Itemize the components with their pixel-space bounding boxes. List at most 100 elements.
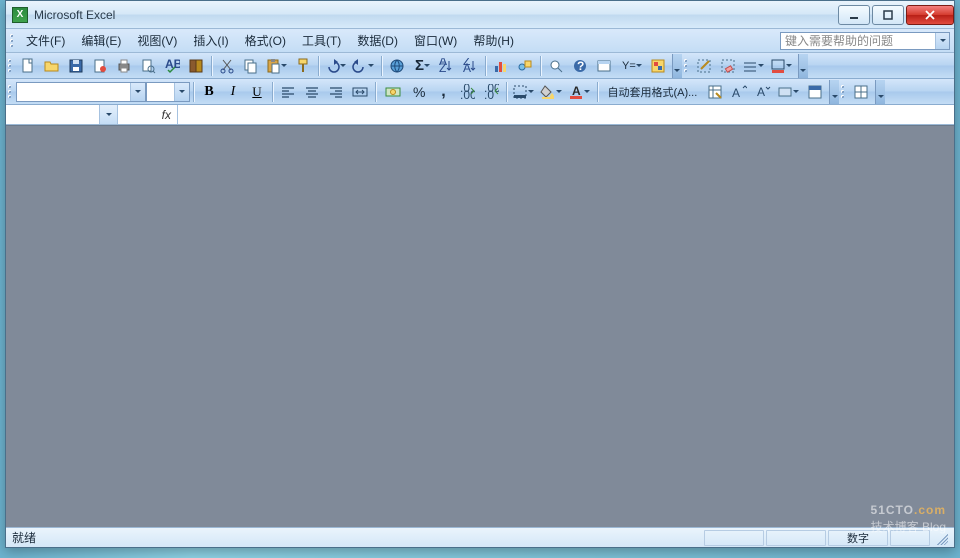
hyperlink-icon[interactable] xyxy=(386,55,408,77)
menu-data[interactable]: 数据(D) xyxy=(349,30,406,51)
cell-style-icon[interactable] xyxy=(776,81,802,103)
cut-icon[interactable] xyxy=(216,55,238,77)
autofilter-icon[interactable]: Y= xyxy=(617,55,645,77)
research-icon[interactable] xyxy=(185,55,207,77)
bold-button[interactable]: B xyxy=(198,81,220,103)
undo-icon[interactable] xyxy=(323,55,349,77)
menu-file[interactable]: 文件(F) xyxy=(18,30,73,51)
formatting-toolbar-gripper[interactable] xyxy=(8,83,14,101)
merge-center-icon[interactable] xyxy=(349,81,371,103)
chart-wizard-icon[interactable] xyxy=(490,55,512,77)
formatting-toolbar-overflow[interactable] xyxy=(829,80,839,104)
drawing-icon[interactable] xyxy=(514,55,536,77)
increase-decimal-icon[interactable]: .0.00 xyxy=(456,81,478,103)
svg-text:A: A xyxy=(572,84,581,98)
redo-icon[interactable] xyxy=(351,55,377,77)
font-size-dropdown-icon[interactable] xyxy=(174,83,189,101)
highlight-changes-icon[interactable] xyxy=(647,55,669,77)
borders-toolbar-overflow[interactable] xyxy=(798,54,808,78)
standard-toolbar-gripper[interactable] xyxy=(8,57,14,75)
print-preview-icon[interactable] xyxy=(137,55,159,77)
border-erase-icon[interactable] xyxy=(717,55,739,77)
workspace-area xyxy=(6,125,954,527)
print-icon[interactable] xyxy=(113,55,135,77)
menu-window[interactable]: 窗口(W) xyxy=(406,30,465,51)
window-title: Microsoft Excel xyxy=(34,8,115,22)
fill-color-icon[interactable] xyxy=(539,81,565,103)
status-bar: 就绪 数字 xyxy=(6,527,954,547)
decrease-decimal-icon[interactable]: .00.0 xyxy=(480,81,502,103)
align-center-icon[interactable] xyxy=(301,81,323,103)
standard-toolbar: ABC Σ AZ ZA ? Y= xyxy=(6,53,954,79)
excel-app-icon xyxy=(12,7,28,23)
resize-grip-icon[interactable] xyxy=(934,531,948,545)
align-left-icon[interactable] xyxy=(277,81,299,103)
status-numlock: 数字 xyxy=(828,530,888,546)
formula-input[interactable] xyxy=(178,105,954,124)
comma-style-icon[interactable]: , xyxy=(432,81,454,103)
new-doc-icon[interactable] xyxy=(17,55,39,77)
increase-font-icon[interactable]: A xyxy=(728,81,750,103)
format-cells-icon[interactable] xyxy=(704,81,726,103)
menu-view[interactable]: 视图(V) xyxy=(129,30,185,51)
sort-desc-icon[interactable]: ZA xyxy=(459,55,481,77)
autosum-icon[interactable]: Σ xyxy=(410,55,433,77)
underline-button[interactable]: U xyxy=(246,81,268,103)
open-folder-icon[interactable] xyxy=(41,55,63,77)
italic-button[interactable]: I xyxy=(222,81,244,103)
font-name-combo[interactable] xyxy=(16,82,146,102)
border-color-icon[interactable] xyxy=(769,55,795,77)
autoformat-button[interactable]: 自动套用格式(A)... xyxy=(602,81,702,103)
svg-text:A: A xyxy=(463,61,471,74)
font-size-combo[interactable] xyxy=(146,82,190,102)
menu-format[interactable]: 格式(O) xyxy=(237,30,294,51)
status-cell-empty-3 xyxy=(890,530,930,546)
paste-icon[interactable] xyxy=(264,55,290,77)
borders-dropdown-icon[interactable] xyxy=(511,81,537,103)
extra-toolbar-gripper[interactable] xyxy=(841,83,847,101)
svg-text:Z: Z xyxy=(439,61,446,74)
name-box[interactable] xyxy=(6,105,118,124)
insert-function-button[interactable]: fx xyxy=(118,105,178,124)
menu-insert[interactable]: 插入(I) xyxy=(185,30,236,51)
ms-help-icon[interactable]: ? xyxy=(569,55,591,77)
sort-asc-icon[interactable]: AZ xyxy=(435,55,457,77)
close-button[interactable] xyxy=(906,5,954,25)
status-cell-empty-1 xyxy=(704,530,764,546)
border-style-icon[interactable] xyxy=(741,55,767,77)
menubar-gripper[interactable] xyxy=(10,32,16,50)
extra-toolbar-overflow[interactable] xyxy=(875,80,885,104)
borders-toolbar-gripper[interactable] xyxy=(684,57,690,75)
save-icon[interactable] xyxy=(65,55,87,77)
maximize-button[interactable] xyxy=(872,5,904,25)
permission-icon[interactable] xyxy=(89,55,111,77)
menu-tools[interactable]: 工具(T) xyxy=(294,30,349,51)
format-painter-icon[interactable] xyxy=(292,55,314,77)
conditional-format-icon[interactable] xyxy=(804,81,826,103)
percent-icon[interactable]: % xyxy=(408,81,430,103)
decrease-font-icon[interactable]: A xyxy=(752,81,774,103)
menu-help[interactable]: 帮助(H) xyxy=(465,30,522,51)
show-hide-icon[interactable] xyxy=(593,55,615,77)
help-search-box[interactable]: 键入需要帮助的问题 xyxy=(780,32,950,50)
toolbar-separator xyxy=(193,82,194,102)
title-bar: Microsoft Excel xyxy=(6,1,954,29)
help-search-dropdown-icon[interactable] xyxy=(935,33,949,49)
copy-icon[interactable] xyxy=(240,55,262,77)
toolbar-separator xyxy=(375,82,376,102)
font-name-dropdown-icon[interactable] xyxy=(130,83,145,101)
window-split-icon[interactable] xyxy=(850,81,872,103)
align-right-icon[interactable] xyxy=(325,81,347,103)
border-draw-icon[interactable] xyxy=(693,55,715,77)
svg-text:.0: .0 xyxy=(484,88,494,100)
name-box-dropdown-icon[interactable] xyxy=(99,105,117,124)
spellcheck-icon[interactable]: ABC xyxy=(161,55,183,77)
currency-icon[interactable] xyxy=(380,81,406,103)
formula-bar: fx xyxy=(6,105,954,125)
zoom-icon[interactable] xyxy=(545,55,567,77)
standard-toolbar-overflow[interactable] xyxy=(672,54,682,78)
minimize-button[interactable] xyxy=(838,5,870,25)
toolbar-separator xyxy=(485,56,486,76)
font-color-icon[interactable]: A xyxy=(567,81,593,103)
menu-edit[interactable]: 编辑(E) xyxy=(73,30,129,51)
